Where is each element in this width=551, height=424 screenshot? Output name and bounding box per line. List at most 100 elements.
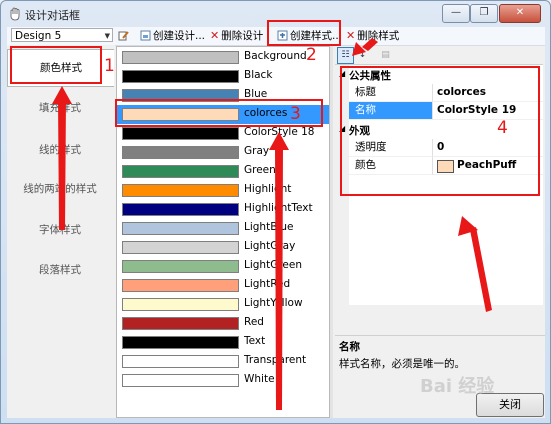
color-list-item[interactable]: LightBlue — [117, 219, 329, 238]
sidebar-item-color-styles[interactable]: 颜色样式 — [7, 49, 114, 87]
create-style-label: 创建样式... — [290, 30, 343, 42]
color-swatch — [122, 355, 239, 368]
color-list-item-label: White — [244, 373, 275, 385]
color-list-item[interactable]: Black — [117, 67, 329, 86]
color-list-item[interactable]: colorces — [117, 105, 329, 124]
prop-color-label: 颜色 — [349, 157, 433, 175]
sidebar-item-line-styles[interactable]: 线的样式 — [7, 142, 113, 157]
close-button[interactable]: 关闭 — [476, 393, 544, 417]
color-list-item-label: Green — [244, 164, 276, 176]
sort-az-icon[interactable]: ↓ — [354, 47, 371, 64]
delete-style-button[interactable]: ✕ 删除样式 — [346, 29, 399, 43]
sidebar-item-line-end-styles[interactable]: 线的两端的样式 — [7, 181, 113, 196]
color-list-item-label: LightGray — [244, 240, 296, 252]
description-heading: 名称 — [339, 341, 360, 353]
hand-icon — [10, 7, 20, 21]
color-list-item[interactable]: ColorStyle 18 — [117, 124, 329, 143]
delete-icon: ✕ — [346, 29, 356, 42]
edit-icon — [118, 31, 129, 41]
color-swatch — [122, 70, 239, 83]
prop-name-label: 名称 — [349, 102, 433, 120]
prop-title-value[interactable]: colorces — [433, 84, 543, 102]
category-common-label: 公共属性 — [349, 70, 391, 82]
splitter[interactable] — [330, 46, 333, 418]
color-list-item[interactable]: Blue — [117, 86, 329, 105]
prop-title-label: 标题 — [349, 84, 433, 102]
delete-design-label: 删除设计 — [221, 30, 264, 42]
color-list-item[interactable]: Background — [117, 48, 329, 67]
color-swatch — [122, 241, 239, 254]
color-list-item[interactable]: Red — [117, 314, 329, 333]
new-design-icon — [140, 30, 151, 41]
design-props-button[interactable] — [118, 29, 131, 43]
color-list-item[interactable]: Highlight — [117, 181, 329, 200]
color-list-item-label: ColorStyle 18 — [244, 126, 315, 138]
color-swatch — [122, 260, 239, 273]
description-text: 样式名称，必须是唯一的。 — [339, 358, 465, 370]
color-list-item-label: Black — [244, 69, 273, 81]
color-list-item-label: LightRed — [244, 278, 291, 290]
color-list-item[interactable]: HighlightText — [117, 200, 329, 219]
color-style-list[interactable]: Background Black Blue colorces ColorStyle 18… — [116, 46, 330, 418]
color-swatch — [122, 374, 239, 387]
color-list-item-label: Highlight — [244, 183, 292, 195]
color-swatch — [122, 127, 239, 140]
prop-row-title[interactable]: 标题 colorces — [335, 84, 543, 102]
minimize-button[interactable]: — — [442, 4, 470, 23]
color-list-item[interactable]: LightYellow — [117, 295, 329, 314]
toolbar: Design 5 ▼ 创建设计... ✕ 删除设计 创建样式... ✕ 删除样式 — [7, 27, 545, 46]
create-design-button[interactable]: 创建设计... — [140, 29, 205, 43]
color-list-item[interactable]: LightRed — [117, 276, 329, 295]
color-list-item[interactable]: Gray — [117, 143, 329, 162]
color-swatch — [122, 89, 239, 102]
new-style-icon — [277, 30, 288, 41]
style-category-sidebar: 颜色样式 填充样式 线的样式 线的两端的样式 字体样式 段落样式 — [7, 45, 115, 418]
color-list-item-label: LightYellow — [244, 297, 303, 309]
color-list-item[interactable]: Green — [117, 162, 329, 181]
categorized-icon[interactable]: ☷ — [337, 47, 354, 64]
delete-style-label: 删除样式 — [357, 30, 400, 42]
design-combo[interactable]: Design 5 ▼ — [11, 28, 113, 42]
description-panel: 名称 样式名称，必须是唯一的。 — [335, 335, 545, 386]
window-title: 设计对话框 — [25, 9, 80, 22]
color-list-item[interactable]: LightGray — [117, 238, 329, 257]
dialog-client: Design 5 ▼ 创建设计... ✕ 删除设计 创建样式... ✕ 删除样式 颜色… — [7, 27, 545, 418]
prop-opacity-value[interactable]: 0 — [433, 139, 543, 157]
dialog-window: 设计对话框 — ❐ ✕ Design 5 ▼ 创建设计... ✕ 删除设计 创建样式… — [0, 0, 551, 424]
prop-row-name[interactable]: 名称 ColorStyle 19 — [335, 102, 543, 120]
prop-opacity-label: 透明度 — [349, 139, 433, 157]
prop-name-value[interactable]: ColorStyle 19 — [433, 102, 543, 120]
color-list-item[interactable]: Transparent — [117, 352, 329, 371]
prop-row-color[interactable]: 颜色 PeachPuff — [335, 157, 543, 175]
collapse-icon: ◢ — [339, 124, 346, 133]
prop-row-opacity[interactable]: 透明度 0 — [335, 139, 543, 157]
color-swatch — [122, 222, 239, 235]
color-list-item-label: Blue — [244, 88, 268, 100]
property-toolbar: ☷ ↓ ▤ — [335, 46, 543, 65]
color-list-item-label: LightGreen — [244, 259, 303, 271]
category-common[interactable]: ◢ 公共属性 — [335, 66, 543, 84]
maximize-button[interactable]: ❐ — [470, 4, 498, 23]
property-pages-icon[interactable]: ▤ — [377, 47, 394, 64]
color-list-item[interactable]: White — [117, 371, 329, 390]
color-list-item[interactable]: Text — [117, 333, 329, 352]
category-appearance[interactable]: ◢ 外观 — [335, 121, 543, 139]
color-list-item[interactable]: LightGreen — [117, 257, 329, 276]
create-design-label: 创建设计... — [153, 30, 206, 42]
close-window-button[interactable]: ✕ — [499, 4, 541, 23]
title-bar[interactable]: 设计对话框 — ❐ ✕ — [1, 1, 550, 27]
delete-design-button[interactable]: ✕ 删除设计 — [210, 29, 263, 43]
color-swatch — [122, 51, 239, 64]
color-swatch — [122, 108, 239, 121]
chevron-down-icon: ▼ — [104, 32, 110, 40]
color-swatch — [122, 336, 239, 349]
sidebar-item-paragraph-styles[interactable]: 段落样式 — [7, 262, 113, 277]
create-style-button[interactable]: 创建样式... — [277, 29, 342, 43]
color-list-item-label: Gray — [244, 145, 270, 157]
color-swatch — [122, 317, 239, 330]
color-list-item-label: colorces — [244, 107, 288, 119]
sidebar-item-fill-styles[interactable]: 填充样式 — [7, 100, 113, 115]
sidebar-item-font-styles[interactable]: 字体样式 — [7, 222, 113, 237]
color-swatch — [122, 203, 239, 216]
color-swatch — [122, 165, 239, 178]
